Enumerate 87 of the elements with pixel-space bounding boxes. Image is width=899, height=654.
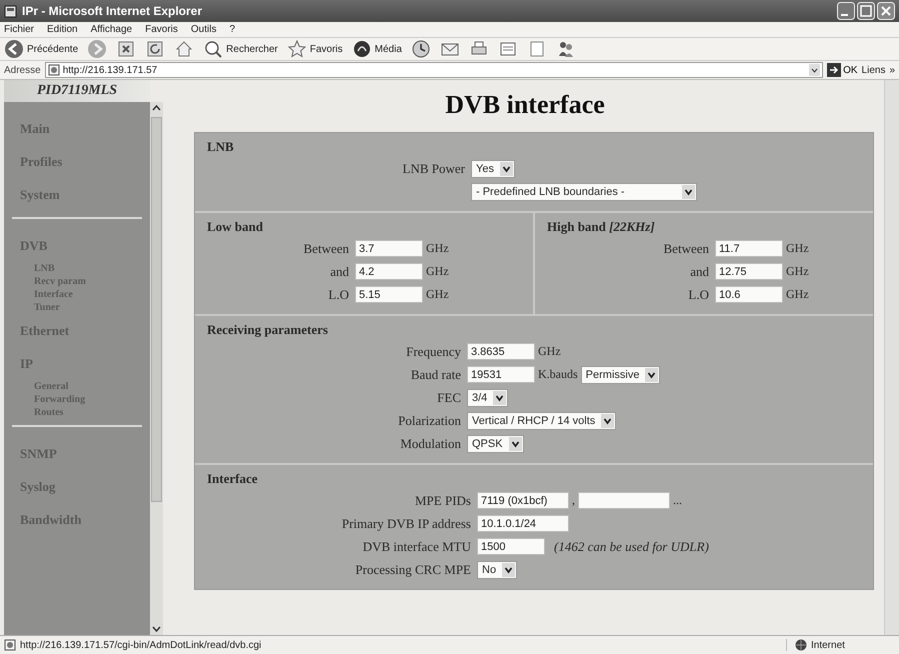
unit-label: GHz xyxy=(786,287,809,302)
input-field[interactable]: 11.7 xyxy=(715,240,783,257)
field-label: Between xyxy=(664,240,709,256)
field-label: Modulation xyxy=(400,436,461,450)
window-title: IPr - Microsoft Internet Explorer xyxy=(22,4,204,18)
field-label: DVB interface MTU xyxy=(362,538,471,554)
refresh-icon[interactable] xyxy=(145,39,166,59)
input-field[interactable]: 3.7 xyxy=(355,240,423,257)
scrollbar[interactable] xyxy=(150,102,163,635)
home-icon[interactable] xyxy=(174,39,194,59)
address-label: Adresse xyxy=(4,64,41,76)
field-label: Frequency xyxy=(406,344,461,358)
section-title: Receiving parameters xyxy=(207,322,329,338)
input-field[interactable]: 10.1.0.1/24 xyxy=(477,515,569,532)
dropdown[interactable]: Yes xyxy=(471,160,515,178)
hint-text: (1462 can be used for UDLR) xyxy=(554,538,709,554)
page-icon xyxy=(48,64,60,76)
field-label: LNB Power xyxy=(402,160,465,176)
field-label: FEC xyxy=(437,390,461,404)
unit-label: , xyxy=(572,493,575,508)
section-title: High band [22KHz] xyxy=(547,219,656,235)
chevron-icon[interactable]: » xyxy=(889,64,895,76)
unit-label: GHz xyxy=(426,287,449,302)
address-field[interactable]: http://216.139.171.57 xyxy=(44,62,824,78)
search-icon xyxy=(203,39,224,59)
page-title: DVB interface xyxy=(445,90,605,120)
field-label: and xyxy=(690,264,709,278)
input-field[interactable]: 1500 xyxy=(477,538,545,555)
window-icon xyxy=(4,4,17,18)
links-label[interactable]: Liens xyxy=(862,64,886,76)
go-button[interactable]: OK xyxy=(827,63,858,77)
menu-item[interactable]: Outils xyxy=(190,24,216,35)
field-label: Primary DVB IP address xyxy=(342,516,471,530)
field-label: L.O xyxy=(688,286,709,302)
input-field[interactable]: 19531 xyxy=(467,366,535,383)
unit-label: GHz xyxy=(426,264,449,279)
media-icon xyxy=(352,39,372,59)
dropdown[interactable]: No xyxy=(477,560,518,578)
field-label: L.O xyxy=(328,286,349,302)
scrollbar[interactable] xyxy=(884,80,899,635)
input-field[interactable]: 10.6 xyxy=(715,286,783,303)
dropdown[interactable]: - Predefined LNB boundaries - xyxy=(471,182,697,200)
unit-label: ... xyxy=(673,493,682,508)
input-field[interactable]: 3.8635 xyxy=(467,343,535,360)
dropdown[interactable]: 3/4 xyxy=(467,388,508,406)
field-label: Polarization xyxy=(398,412,461,428)
unit-label: GHz xyxy=(426,241,449,256)
dropdown[interactable]: Vertical / RHCP / 14 volts xyxy=(467,412,616,430)
toolbar-button[interactable]: Média xyxy=(352,39,402,59)
menu-item[interactable]: Favoris xyxy=(145,24,178,35)
input-field[interactable]: 4.2 xyxy=(355,263,423,280)
zone-label: Internet xyxy=(811,640,845,650)
page-icon xyxy=(4,639,16,651)
status-url: http://216.139.171.57/cgi-bin/AdmDotLink/read/dvb.cgi xyxy=(20,640,262,650)
input-field[interactable]: 7119 (0x1bcf) xyxy=(477,492,569,509)
section-title: Low band xyxy=(207,219,264,235)
toolbar-button[interactable]: Favoris xyxy=(286,39,343,59)
toolbar-button[interactable]: Précédente xyxy=(4,39,78,59)
menu-item[interactable]: ? xyxy=(229,24,236,35)
field-label: and xyxy=(330,264,349,278)
section-title: LNB xyxy=(207,139,235,155)
minimize-icon[interactable] xyxy=(837,2,855,20)
section-title: Interface xyxy=(207,471,259,487)
arrow-icon xyxy=(827,63,842,77)
sidebar-title: PID7119MLS xyxy=(4,80,150,102)
input-field[interactable]: 12.75 xyxy=(715,263,783,280)
unit-label: GHz xyxy=(538,344,561,359)
clock-icon[interactable] xyxy=(410,39,431,59)
toolbar-button[interactable]: Rechercher xyxy=(203,39,278,59)
dropdown[interactable]: Permissive xyxy=(580,366,660,384)
dropdown[interactable]: QPSK xyxy=(467,434,524,452)
unit-label: GHz xyxy=(786,241,809,256)
menu-item[interactable]: Fichier xyxy=(4,24,34,35)
globe-icon xyxy=(795,639,807,651)
menu-item[interactable]: Edition xyxy=(47,24,78,35)
input-field[interactable] xyxy=(578,492,670,509)
unit-label: GHz xyxy=(786,264,809,279)
input-field[interactable]: 5.15 xyxy=(355,286,423,303)
field-label: Baud rate xyxy=(410,366,461,382)
close-icon[interactable] xyxy=(877,2,895,20)
field-label: Between xyxy=(304,240,349,256)
field-label: Processing CRC MPE xyxy=(355,562,471,576)
maximize-icon[interactable] xyxy=(857,2,875,20)
menu-item[interactable]: Affichage xyxy=(90,24,132,35)
field-label: MPE PIDs xyxy=(415,492,471,508)
unit-label: K.bauds xyxy=(538,367,578,382)
stop-icon[interactable] xyxy=(116,39,136,59)
